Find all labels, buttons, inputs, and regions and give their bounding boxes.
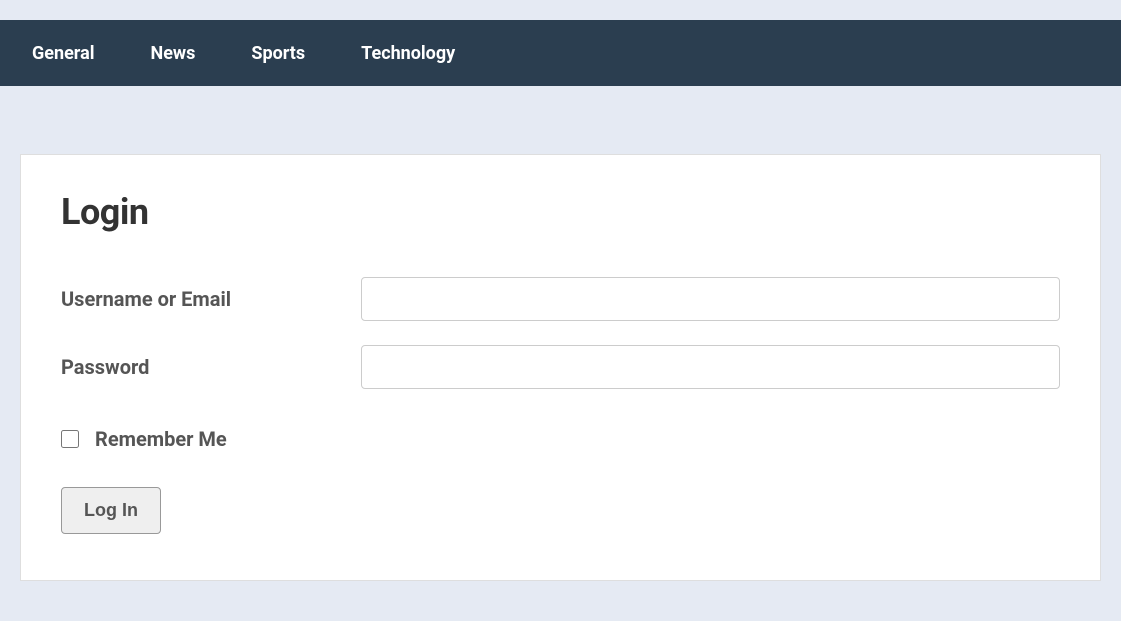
remember-checkbox[interactable] [61,430,79,448]
username-input[interactable] [361,277,1060,321]
nav-item-technology[interactable]: Technology [361,43,455,64]
navbar: General News Sports Technology [0,20,1121,86]
nav-item-sports[interactable]: Sports [251,43,305,64]
password-row: Password [61,345,1060,389]
page-wrapper: General News Sports Technology Login Use… [0,0,1121,601]
remember-label: Remember Me [95,427,227,451]
content-area: Login Username or Email Password Remembe… [0,86,1121,601]
nav-item-general[interactable]: General [32,43,95,64]
login-title: Login [61,191,1060,233]
login-button[interactable]: Log In [61,487,161,534]
password-label: Password [61,355,361,379]
nav-item-news[interactable]: News [151,43,196,64]
login-card: Login Username or Email Password Remembe… [20,154,1101,581]
remember-row: Remember Me [61,427,1060,451]
password-input[interactable] [361,345,1060,389]
username-row: Username or Email [61,277,1060,321]
username-label: Username or Email [61,287,361,311]
